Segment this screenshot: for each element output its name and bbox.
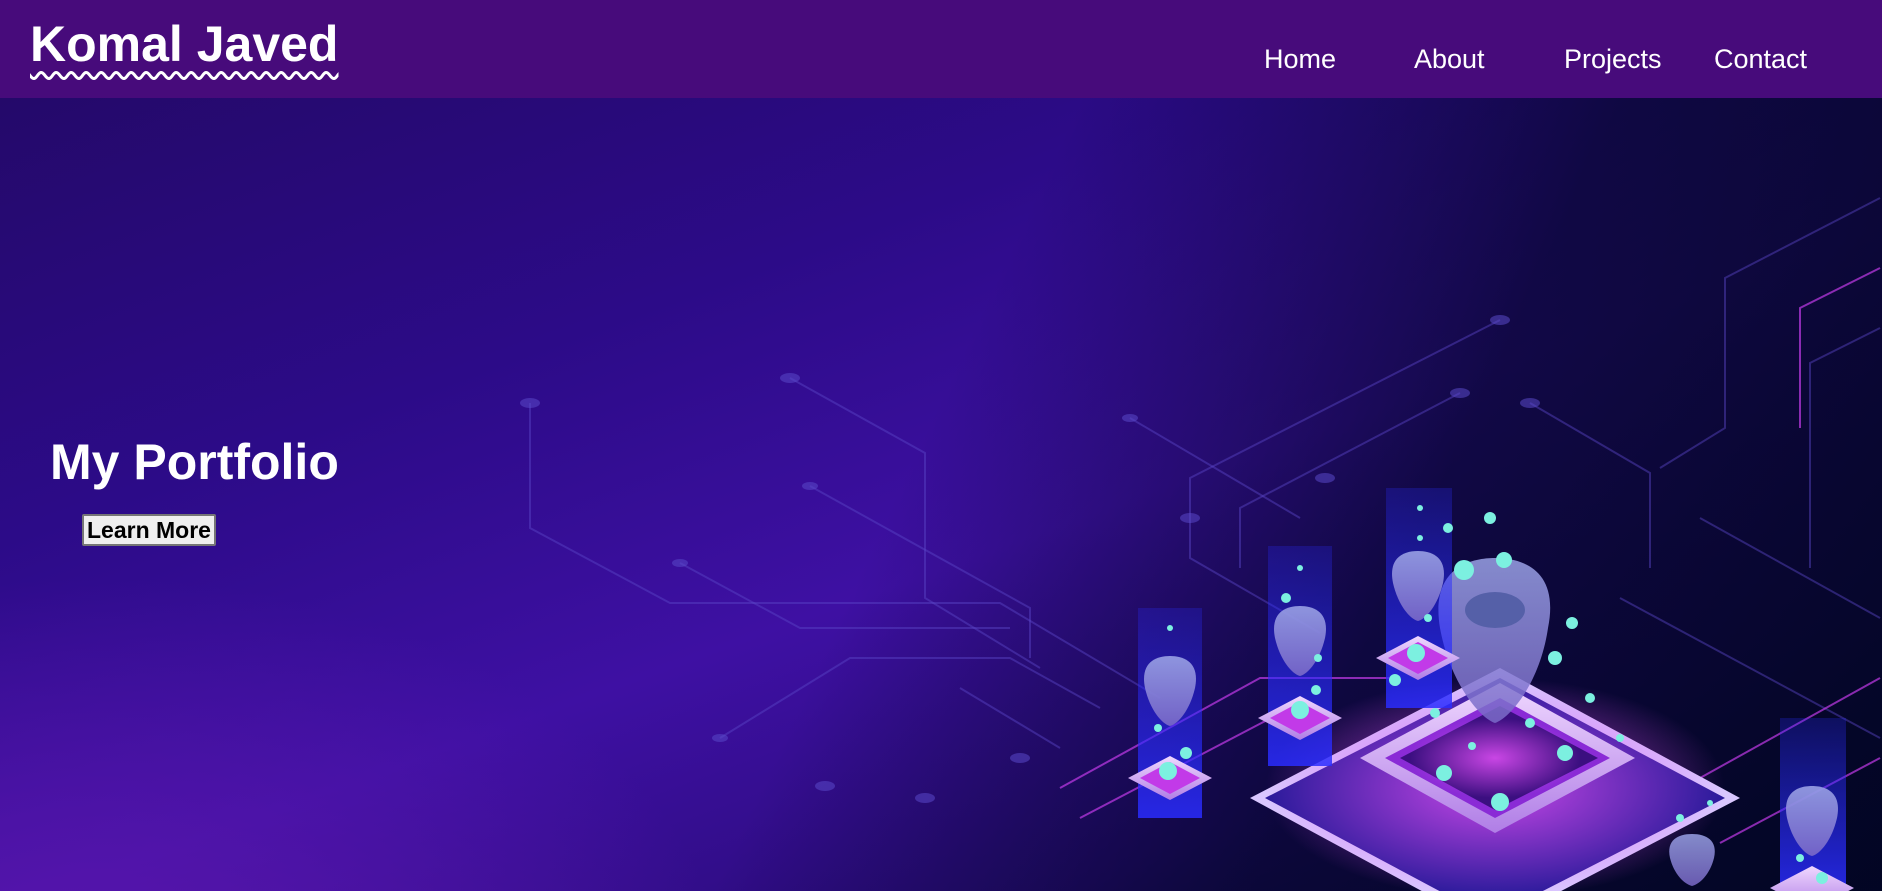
nav-menu: Home About Projects Contact	[0, 42, 1882, 76]
learn-more-button[interactable]: Learn More	[82, 514, 216, 546]
circuit-traces	[529, 197, 1881, 749]
hero-section: My Portfolio Learn More	[0, 98, 1882, 891]
hero-title: My Portfolio	[50, 434, 339, 490]
nav-link-home[interactable]: Home	[1264, 42, 1336, 76]
pedestal-5	[1669, 834, 1715, 886]
pedestal-3	[1376, 488, 1460, 708]
navbar: Komal Javed Home About Projects Contact	[0, 0, 1882, 98]
nav-link-projects[interactable]: Projects	[1564, 42, 1662, 76]
nav-link-about[interactable]: About	[1414, 42, 1485, 76]
pedestal-4	[1770, 718, 1854, 891]
circuit-illustration	[520, 197, 1881, 891]
pedestal-1	[1128, 608, 1212, 818]
pedestal-2	[1258, 546, 1342, 766]
nav-link-contact[interactable]: Contact	[1714, 42, 1807, 76]
